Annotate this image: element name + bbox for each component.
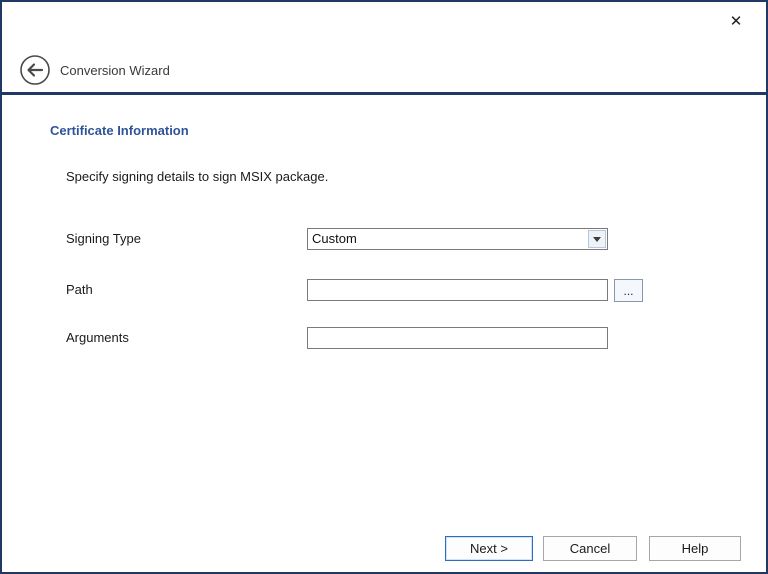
browse-button[interactable]: ... <box>614 279 643 302</box>
header-separator <box>2 92 766 95</box>
arguments-input[interactable] <box>307 327 608 349</box>
chevron-down-icon <box>593 237 601 242</box>
wizard-title: Conversion Wizard <box>60 48 170 92</box>
next-button[interactable]: Next > <box>445 536 533 561</box>
next-button-label: Next > <box>470 541 508 556</box>
path-label: Path <box>66 279 93 301</box>
back-button[interactable] <box>19 54 51 86</box>
cancel-button[interactable]: Cancel <box>543 536 637 561</box>
cancel-button-label: Cancel <box>570 541 610 556</box>
page-description: Specify signing details to sign MSIX pac… <box>66 169 328 184</box>
signing-type-value: Custom <box>308 229 587 249</box>
browse-ellipsis-icon: ... <box>623 286 633 296</box>
wizard-header: Conversion Wizard <box>2 48 766 92</box>
help-button[interactable]: Help <box>649 536 741 561</box>
close-icon: ✕ <box>730 12 743 30</box>
page-title: Certificate Information <box>50 123 189 138</box>
close-button[interactable]: ✕ <box>724 9 748 33</box>
arguments-label: Arguments <box>66 327 129 349</box>
signing-type-label: Signing Type <box>66 228 141 250</box>
signing-type-combobox[interactable]: Custom <box>307 228 608 250</box>
conversion-wizard-dialog: ✕ Conversion Wizard Certificate Informat… <box>0 0 768 574</box>
help-button-label: Help <box>682 541 709 556</box>
dropdown-button[interactable] <box>588 230 606 248</box>
back-arrow-icon <box>19 54 51 86</box>
path-input[interactable] <box>307 279 608 301</box>
